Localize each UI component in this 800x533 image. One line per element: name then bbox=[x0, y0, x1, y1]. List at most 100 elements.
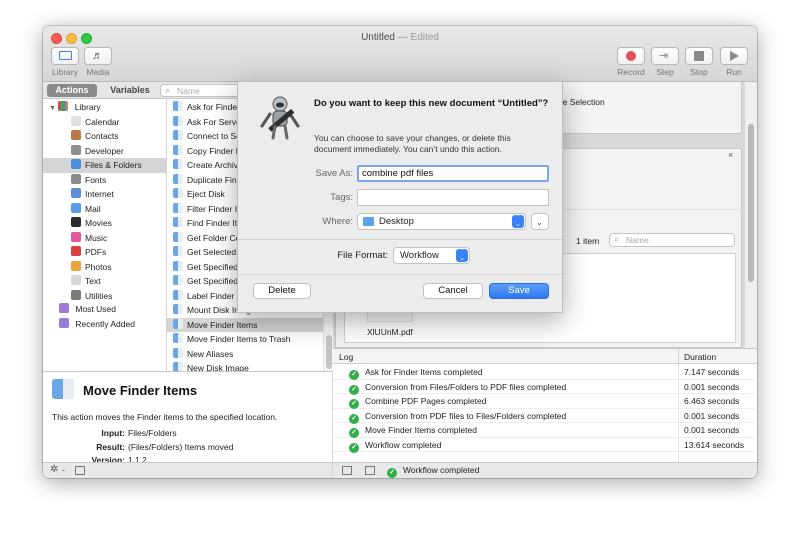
disclosure-triangle-icon: ▼ bbox=[49, 105, 56, 112]
finder-icon bbox=[173, 188, 183, 198]
action-item[interactable]: New Aliases bbox=[167, 347, 323, 362]
action-label: Move Finder Items to Trash bbox=[187, 334, 291, 344]
tab-actions[interactable]: Actions bbox=[47, 84, 97, 97]
category-label: Files & Folders bbox=[85, 160, 142, 170]
step-icon: ⇥ bbox=[659, 50, 669, 62]
category-movies[interactable]: Movies bbox=[43, 216, 167, 231]
log-row[interactable]: ✓ Conversion from PDF files to Files/Fold… bbox=[333, 409, 755, 424]
expand-dialog-button[interactable]: ⌄ bbox=[531, 213, 549, 230]
text-icon bbox=[71, 275, 81, 285]
category-contacts[interactable]: Contacts bbox=[43, 129, 167, 144]
category-library[interactable]: ▼ Library bbox=[43, 100, 167, 115]
category-music[interactable]: Music bbox=[43, 231, 167, 246]
tags-label: Tags: bbox=[330, 192, 353, 203]
step-button[interactable]: ⇥ bbox=[651, 47, 679, 65]
category-label: Photos bbox=[85, 261, 112, 272]
window-title-text: Untitled bbox=[361, 32, 395, 43]
smart-folder-icon bbox=[59, 317, 69, 328]
checkmark-icon: ✓ bbox=[387, 468, 397, 478]
window-title-suffix: — Edited bbox=[397, 32, 439, 43]
where-popup[interactable]: Desktop ⌃ ⌄ bbox=[357, 213, 526, 230]
split-view-icon[interactable] bbox=[365, 466, 375, 475]
workflow-search-input[interactable]: ⌕ Name bbox=[609, 233, 735, 247]
category-files-folders[interactable]: Files & Folders bbox=[43, 158, 167, 173]
files-folders-icon bbox=[71, 159, 81, 169]
log-panel: Log Duration ✓ Ask for Finder Items compl… bbox=[333, 348, 757, 463]
utilities-icon bbox=[71, 289, 81, 300]
toolbar: Untitled — Edited Library ♬ Media Record… bbox=[43, 26, 757, 82]
cancel-button[interactable]: Cancel bbox=[423, 283, 483, 299]
checkmark-icon: ✓ bbox=[349, 370, 359, 380]
log-entry: ✓ Ask for Finder Items completed bbox=[349, 365, 483, 380]
category-pdfs[interactable]: PDFs bbox=[43, 245, 167, 260]
internet-icon bbox=[71, 188, 81, 198]
list-view-icon[interactable] bbox=[342, 466, 352, 475]
log-row[interactable]: ✓ Combine PDF Pages completed 6.463 second… bbox=[333, 394, 755, 409]
category-calendar[interactable]: Calendar bbox=[43, 115, 167, 130]
search-icon: ⌕ bbox=[165, 85, 171, 95]
log-row[interactable]: ✓ Move Finder Items completed 0.001 second… bbox=[333, 423, 755, 438]
category-label: Utilities bbox=[85, 290, 113, 301]
delete-button[interactable]: Delete bbox=[253, 283, 311, 299]
input-value: Files/Folders bbox=[128, 428, 177, 438]
scrollbar-thumb[interactable] bbox=[748, 124, 754, 282]
log-header-duration[interactable]: Duration bbox=[684, 352, 716, 362]
category-recently-added[interactable]: Recently Added bbox=[43, 317, 167, 332]
where-value: Desktop bbox=[379, 216, 414, 227]
action-item[interactable]: Move Finder Items to Trash bbox=[167, 332, 323, 347]
media-button[interactable]: ♬ bbox=[84, 47, 112, 65]
save-button[interactable]: Save bbox=[489, 283, 549, 299]
log-duration: 0.001 seconds bbox=[684, 381, 740, 392]
category-label: Developer bbox=[85, 145, 124, 156]
stop-label: Stop bbox=[690, 67, 708, 77]
log-header-log[interactable]: Log bbox=[339, 352, 353, 362]
checkmark-icon: ✓ bbox=[349, 384, 359, 395]
scrollbar-thumb[interactable] bbox=[326, 335, 332, 369]
media-label: Media bbox=[86, 67, 110, 77]
save-as-field[interactable]: combine pdf files bbox=[357, 165, 549, 182]
file-format-popup[interactable]: Workflow ⌃ ⌄ bbox=[393, 247, 470, 264]
library-bottom-bar: ✲ ⌄ bbox=[43, 462, 333, 478]
gear-icon[interactable]: ✲ bbox=[50, 464, 58, 475]
tags-field[interactable] bbox=[357, 189, 549, 206]
dialog-heading: Do you want to keep this new document “U… bbox=[314, 98, 549, 109]
action-item[interactable]: Move Finder Items bbox=[167, 317, 323, 332]
log-row[interactable]: ✓ Ask for Finder Items completed 7.147 sec… bbox=[333, 365, 755, 380]
chevron-down-icon[interactable]: ⌄ bbox=[61, 466, 66, 473]
category-most-used[interactable]: Most Used bbox=[43, 302, 167, 317]
close-icon[interactable]: × bbox=[728, 150, 733, 160]
record-button[interactable] bbox=[617, 47, 645, 65]
category-label: Fonts bbox=[85, 174, 107, 185]
log-text: Conversion from PDF files to Files/Folde… bbox=[365, 410, 567, 421]
tab-variables[interactable]: Variables bbox=[105, 84, 155, 97]
file-name[interactable]: XlUUnM.pdf bbox=[367, 327, 413, 337]
workflow-scrollbar[interactable] bbox=[745, 82, 757, 348]
log-row[interactable]: ✓ Conversion from Files/Folders to PDF fi… bbox=[333, 380, 755, 395]
category-utilities[interactable]: Utilities bbox=[43, 289, 167, 304]
category-mail[interactable]: Mail bbox=[43, 202, 167, 217]
category-photos[interactable]: Photos bbox=[43, 260, 167, 275]
run-label: Run bbox=[726, 67, 742, 77]
category-label: Library bbox=[74, 102, 101, 112]
run-button[interactable] bbox=[720, 47, 748, 65]
checkmark-icon: ✓ bbox=[349, 442, 359, 453]
library-button[interactable] bbox=[51, 47, 79, 65]
mail-icon bbox=[71, 202, 81, 213]
category-developer[interactable]: Developer bbox=[43, 144, 167, 159]
finder-icon bbox=[173, 304, 183, 314]
finder-icon bbox=[173, 217, 183, 227]
stop-button[interactable] bbox=[685, 47, 713, 65]
dialog-message: You can choose to save your changes, or … bbox=[314, 133, 511, 154]
items-count: 1 item bbox=[576, 236, 600, 246]
input-label: Input: bbox=[101, 428, 125, 438]
category-fonts[interactable]: Fonts bbox=[43, 173, 167, 188]
folder-icon bbox=[363, 217, 374, 226]
checkmark-icon: ✓ bbox=[349, 428, 359, 438]
save-as-label: Save As: bbox=[315, 168, 354, 179]
finder-icon bbox=[173, 115, 183, 126]
music-icon bbox=[71, 231, 81, 242]
toggle-description-icon[interactable] bbox=[75, 466, 85, 475]
category-internet[interactable]: Internet bbox=[43, 187, 167, 202]
log-row[interactable]: ✓ Workflow completed 13.614 seconds bbox=[333, 438, 755, 453]
category-text[interactable]: Text bbox=[43, 274, 167, 289]
